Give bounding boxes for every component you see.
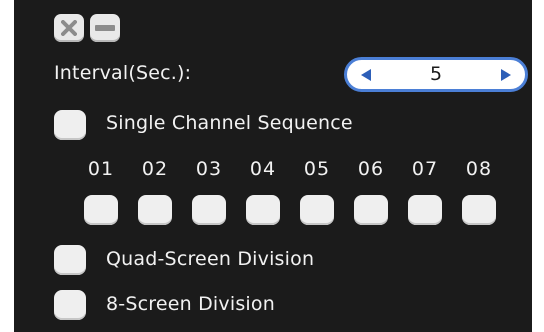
quad-screen-checkbox[interactable] — [54, 245, 86, 275]
single-channel-label: Single Channel Sequence — [106, 112, 353, 134]
right-arrow-icon[interactable] — [499, 68, 513, 82]
close-button[interactable] — [54, 14, 84, 42]
channel-number-label: 06 — [357, 158, 385, 180]
channel-checkbox[interactable] — [138, 195, 172, 225]
channel-number-label: 05 — [303, 158, 331, 180]
channel-number-label: 01 — [87, 158, 115, 180]
minimize-button[interactable] — [90, 14, 120, 42]
channel-checkbox[interactable] — [246, 195, 280, 225]
single-channel-checkbox[interactable] — [54, 110, 86, 140]
channel-number-label: 04 — [249, 158, 277, 180]
interval-label: Interval(Sec.): — [54, 62, 192, 84]
channel-checkbox[interactable] — [300, 195, 334, 225]
channel-checkbox[interactable] — [84, 195, 118, 225]
channel-number-label: 07 — [411, 158, 439, 180]
channel-checkbox[interactable] — [408, 195, 442, 225]
channel-number-label: 08 — [465, 158, 493, 180]
interval-spinner[interactable]: 5 — [344, 57, 528, 92]
channel-checkbox[interactable] — [192, 195, 226, 225]
channel-checkbox[interactable] — [354, 195, 388, 225]
sequence-settings-dialog: Interval(Sec.): 5 Single Channel Sequenc… — [14, 0, 532, 332]
quad-screen-label: Quad-Screen Division — [106, 248, 315, 270]
eight-screen-checkbox[interactable] — [54, 290, 86, 320]
channel-checkbox[interactable] — [462, 195, 496, 225]
close-x-icon — [61, 20, 77, 36]
channel-number-label: 03 — [195, 158, 223, 180]
channel-number-label: 02 — [141, 158, 169, 180]
eight-screen-label: 8-Screen Division — [106, 293, 275, 315]
minimize-icon — [95, 25, 115, 31]
